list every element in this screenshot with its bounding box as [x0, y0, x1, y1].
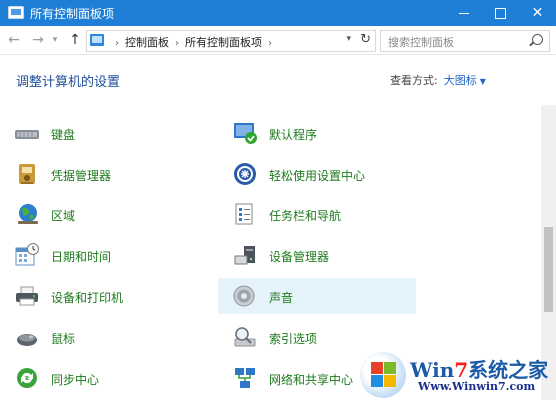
- maximize-button[interactable]: [482, 0, 519, 26]
- refresh-icon[interactable]: ↻: [360, 32, 371, 47]
- title-bar: 所有控制面板项 ✕: [0, 0, 556, 26]
- watermark: Win7系统之家 Www.Winwin7.com: [360, 350, 556, 400]
- taskbar-icon: [235, 203, 253, 225]
- item-region[interactable]: 区域: [0, 196, 215, 232]
- page-title: 调整计算机的设置: [16, 75, 121, 90]
- item-label: 区域: [51, 209, 76, 223]
- forward-button[interactable]: →: [29, 31, 47, 49]
- close-icon: ✕: [531, 5, 544, 21]
- credential-manager-icon: [19, 164, 35, 184]
- minimize-button[interactable]: [445, 0, 482, 26]
- item-label: 任务栏和导航: [269, 209, 342, 223]
- maximize-icon: [495, 7, 506, 19]
- speaker-icon: [233, 285, 255, 307]
- breadcrumb-separator-icon[interactable]: ›: [115, 38, 119, 49]
- breadcrumb-separator-icon[interactable]: ›: [268, 38, 272, 49]
- item-sync-center[interactable]: 同步中心: [0, 360, 215, 396]
- network-sharing-icon: [235, 368, 255, 388]
- breadcrumb-separator-icon[interactable]: ›: [175, 38, 179, 49]
- navigation-bar: ← → ▾ ↑ › 控制面板 › 所有控制面板项 › ▾ ↻ 搜索控制面板: [0, 26, 556, 55]
- item-credential-manager[interactable]: 凭据管理器: [0, 156, 215, 192]
- keyboard-icon: [15, 130, 39, 139]
- view-by: 查看方式: 大图标 ▼: [390, 72, 486, 88]
- item-label: 设备管理器: [269, 250, 330, 264]
- watermark-brand: Win7系统之家: [410, 358, 549, 382]
- content-header: 调整计算机的设置 查看方式: 大图标 ▼: [0, 55, 540, 105]
- item-label: 默认程序: [269, 128, 318, 142]
- up-button[interactable]: ↑: [66, 31, 84, 49]
- view-by-label: 查看方式:: [390, 74, 438, 87]
- search-icon[interactable]: [532, 34, 543, 45]
- breadcrumb: › 控制面板 › 所有控制面板项 ›: [109, 34, 278, 50]
- control-panel-icon: [90, 34, 104, 46]
- windows-logo-icon: [360, 352, 406, 398]
- item-mouse[interactable]: 鼠标: [0, 319, 215, 355]
- item-label: 键盘: [51, 128, 76, 142]
- breadcrumb-control-panel[interactable]: 控制面板: [125, 36, 169, 49]
- item-label: 鼠标: [51, 332, 76, 346]
- arrow-left-icon: ←: [8, 32, 20, 48]
- address-bar[interactable]: › 控制面板 › 所有控制面板项 › ▾ ↻: [86, 30, 376, 52]
- recent-locations-button[interactable]: ▾: [50, 31, 60, 49]
- item-label: 凭据管理器: [51, 169, 112, 183]
- mouse-icon: [17, 334, 37, 346]
- item-label: 索引选项: [269, 332, 318, 346]
- sync-center-icon: [17, 368, 37, 388]
- item-label: 日期和时间: [51, 250, 112, 264]
- item-taskbar-navigation[interactable]: 任务栏和导航: [218, 196, 416, 232]
- item-device-manager[interactable]: 设备管理器: [218, 237, 416, 273]
- watermark-url: Www.Winwin7.com: [418, 380, 536, 393]
- ease-of-access-icon: [234, 163, 256, 185]
- arrow-right-icon: →: [32, 32, 44, 48]
- minimize-icon: [458, 12, 469, 14]
- item-devices-printers[interactable]: 设备和打印机: [0, 278, 215, 314]
- close-button[interactable]: ✕: [519, 0, 556, 26]
- back-button[interactable]: ←: [5, 31, 23, 49]
- search-input[interactable]: 搜索控制面板: [380, 30, 550, 52]
- control-panel-icon: [8, 6, 24, 19]
- item-ease-of-access[interactable]: 轻松使用设置中心: [218, 156, 416, 192]
- item-label: 轻松使用设置中心: [269, 169, 366, 183]
- default-programs-icon: [234, 123, 257, 144]
- item-keyboard[interactable]: 键盘: [0, 115, 215, 151]
- region-globe-icon: [18, 204, 38, 224]
- scrollbar-thumb[interactable]: [544, 227, 553, 312]
- view-mode-dropdown[interactable]: 大图标: [444, 74, 477, 87]
- date-time-icon: [15, 243, 39, 266]
- item-label: 同步中心: [51, 373, 100, 387]
- chevron-down-icon[interactable]: ▼: [480, 77, 486, 86]
- arrow-up-icon: ↑: [69, 32, 81, 48]
- device-manager-icon: [234, 246, 255, 265]
- item-default-programs[interactable]: 默认程序: [218, 115, 416, 151]
- breadcrumb-all-items[interactable]: 所有控制面板项: [185, 36, 262, 49]
- search-placeholder: 搜索控制面板: [388, 36, 454, 49]
- item-label: 声音: [269, 291, 294, 305]
- chevron-down-icon: ▾: [52, 35, 58, 45]
- item-sound[interactable]: 声音: [218, 278, 416, 314]
- address-dropdown-icon[interactable]: ▾: [346, 34, 351, 44]
- item-label: 设备和打印机: [51, 291, 124, 305]
- indexing-options-icon: [234, 327, 256, 347]
- item-label: 网络和共享中心: [269, 373, 354, 387]
- item-date-time[interactable]: 日期和时间: [0, 237, 215, 273]
- printer-icon: [16, 286, 38, 306]
- window-title: 所有控制面板项: [30, 7, 115, 21]
